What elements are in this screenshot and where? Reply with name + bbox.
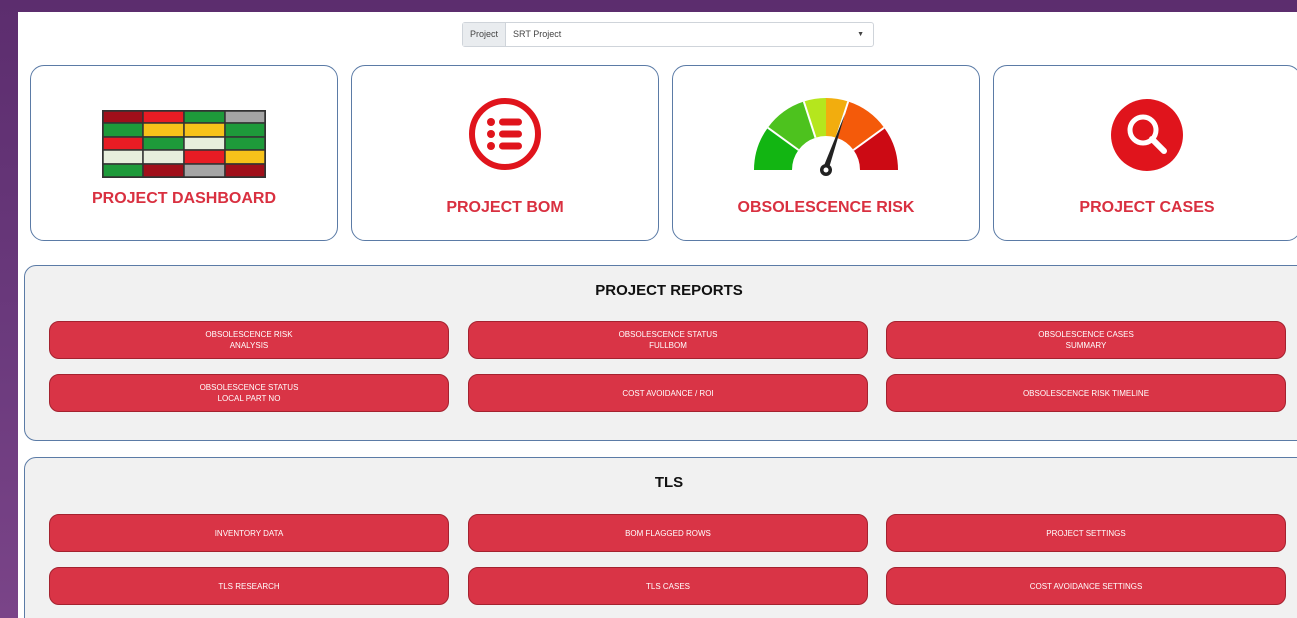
heatmap-grid-icon [102, 110, 266, 178]
obsolescence-risk-timeline-button[interactable]: OBSOLESCENCE RISK TIMELINE [886, 374, 1286, 412]
tls-cases-button[interactable]: TLS CASES [468, 567, 868, 605]
project-bom-card[interactable]: PROJECT BOM [351, 65, 659, 241]
tls-title: TLS [654, 474, 684, 491]
project-bom-label: PROJECT BOM [446, 199, 564, 216]
inventory-data-button[interactable]: INVENTORY DATA [49, 514, 449, 552]
cost-avoidance-roi-button[interactable]: COST AVOIDANCE / ROI [468, 374, 868, 412]
project-select-label: Project [463, 23, 507, 46]
project-dashboard-label: PROJECT DASHBOARD [91, 190, 276, 207]
obsolescence-risk-label: OBSOLESCENCE RISK [737, 199, 915, 216]
obsolescence-status-local-part-button[interactable]: OBSOLESCENCE STATUS LOCAL PART NO [49, 374, 449, 412]
cost-avoidance-settings-button[interactable]: COST AVOIDANCE SETTINGS [886, 567, 1286, 605]
project-cases-card[interactable]: PROJECT CASES [993, 65, 1297, 241]
project-select-value[interactable]: SRT Project [506, 23, 848, 46]
obsolescence-risk-analysis-button[interactable]: OBSOLESCENCE RISK ANALYSIS [49, 321, 449, 359]
tls-panel: TLS INVENTORY DATA BOM FLAGGED ROWS PROJ… [24, 457, 1297, 618]
search-circle-icon [1111, 99, 1183, 171]
project-cases-label: PROJECT CASES [1079, 199, 1215, 216]
obsolescence-status-fullbom-button[interactable]: OBSOLESCENCE STATUS FULLBOM [468, 321, 868, 359]
project-reports-panel: PROJECT REPORTS OBSOLESCENCE RISK ANALYS… [24, 265, 1297, 441]
gauge-icon [754, 97, 898, 176]
obsolescence-risk-card[interactable]: OBSOLESCENCE RISK [672, 65, 980, 241]
project-reports-title: PROJECT REPORTS [595, 282, 743, 299]
list-circle-icon [469, 98, 541, 170]
project-select[interactable]: Project SRT Project ▼ [462, 22, 874, 47]
tls-research-button[interactable]: TLS RESEARCH [49, 567, 449, 605]
obsolescence-cases-summary-button[interactable]: OBSOLESCENCE CASES SUMMARY [886, 321, 1286, 359]
chevron-down-icon[interactable]: ▼ [848, 23, 873, 46]
project-settings-button[interactable]: PROJECT SETTINGS [886, 514, 1286, 552]
bom-flagged-rows-button[interactable]: BOM FLAGGED ROWS [468, 514, 868, 552]
project-page: Project SRT Project ▼ PROJECT DASHBOARD … [18, 12, 1297, 618]
project-dashboard-card[interactable]: PROJECT DASHBOARD [30, 65, 338, 241]
